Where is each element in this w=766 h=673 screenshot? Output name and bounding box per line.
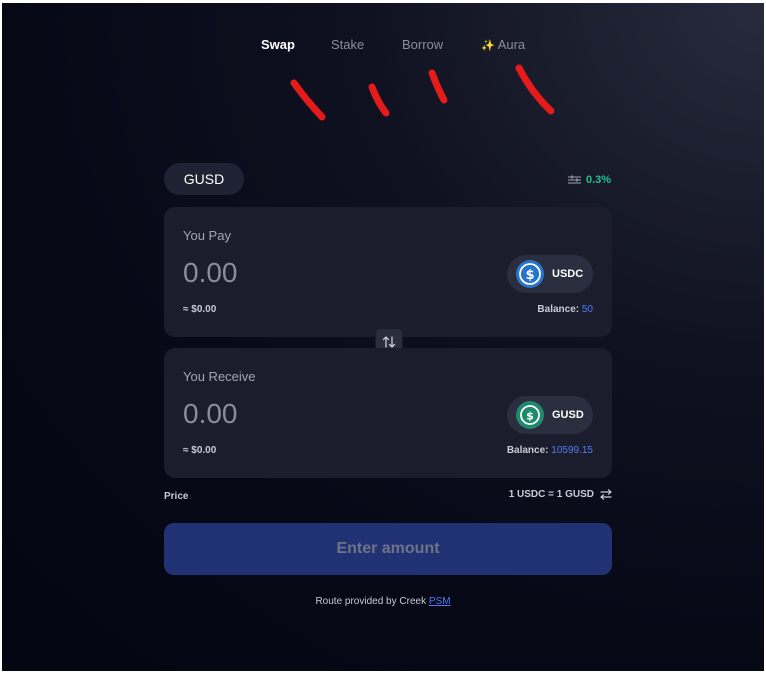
annotation-mark: [428, 69, 448, 104]
app-window: Swap Stake Borrow ✨ Aura GUSD 0.3% You Pa…: [2, 3, 764, 671]
red-annotation-marks: [290, 64, 555, 121]
pay-balance-value[interactable]: 50: [582, 304, 593, 315]
receive-asset-symbol: GUSD: [552, 409, 584, 421]
svg-text:$: $: [526, 410, 534, 423]
slippage-value: 0.3%: [586, 174, 612, 186]
settings-sliders-icon: [568, 175, 581, 184]
annotation-mark: [515, 64, 555, 115]
price-label: Price: [164, 491, 189, 502]
pay-amount-input[interactable]: 0.00: [183, 257, 238, 289]
receive-asset-selector[interactable]: $ GUSD: [507, 396, 593, 434]
receive-amount-output: 0.00: [183, 398, 238, 429]
route-info: Route provided by Creek PSM: [2, 596, 764, 607]
route-text: Route provided by Creek: [315, 596, 427, 607]
receive-usd-value: ≈ $0.00: [183, 445, 217, 456]
pay-label: You Pay: [183, 228, 231, 243]
receive-balance-label: Balance:: [506, 445, 549, 456]
token-selector-chip[interactable]: GUSD: [164, 163, 244, 195]
receive-balance: Balance: 10599.15: [507, 445, 593, 456]
psm-link[interactable]: PSM: [429, 596, 451, 607]
annotation-mark: [290, 79, 326, 121]
price-rate-text: 1 USDC = 1 GUSD: [508, 489, 594, 500]
price-rate: 1 USDC = 1 GUSD: [509, 489, 612, 500]
pay-card: You Pay 0.00 $ USDC ≈ $0.00 Balance: 50: [164, 207, 612, 337]
annotation-mark: [368, 83, 390, 117]
usdc-icon: $: [516, 260, 544, 288]
pay-balance: Balance: 50: [537, 304, 593, 315]
pay-balance-label: Balance:: [537, 304, 580, 315]
swap-arrows-icon: [382, 336, 396, 348]
receive-label: You Receive: [183, 369, 256, 384]
receive-balance-value: 10599.15: [551, 445, 593, 456]
svg-text:$: $: [525, 268, 534, 283]
pay-usd-value: ≈ $0.00: [183, 304, 217, 315]
slippage-setting[interactable]: 0.3%: [568, 174, 611, 186]
enter-amount-button[interactable]: Enter amount: [164, 523, 612, 575]
gusd-icon: $: [516, 401, 544, 429]
invert-rate-icon[interactable]: [600, 489, 612, 500]
pay-asset-symbol: USDC: [552, 268, 584, 280]
receive-card: You Receive 0.00 $ GUSD ≈ $0.00 Balance:…: [164, 348, 612, 478]
pay-asset-selector[interactable]: $ USDC: [507, 255, 593, 293]
